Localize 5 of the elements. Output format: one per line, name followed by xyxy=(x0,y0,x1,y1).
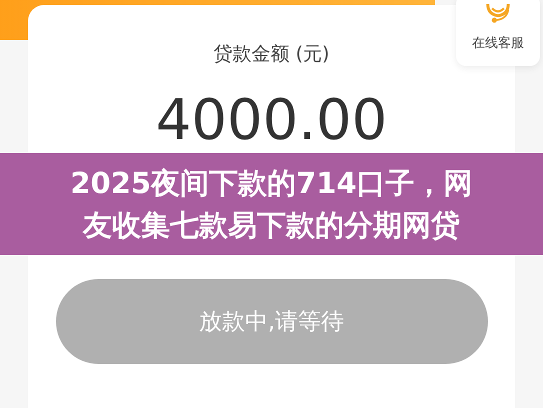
headline-text: 2025夜间下款的714口子，网 xyxy=(70,165,473,202)
headline-text: 友收集七款易下款的分期网贷 xyxy=(83,207,460,244)
loan-amount: 4000.00 xyxy=(156,93,388,149)
customer-service-button[interactable]: 在线客服 xyxy=(456,0,540,66)
loan-amount-label: 贷款金额 (元) xyxy=(214,42,330,67)
